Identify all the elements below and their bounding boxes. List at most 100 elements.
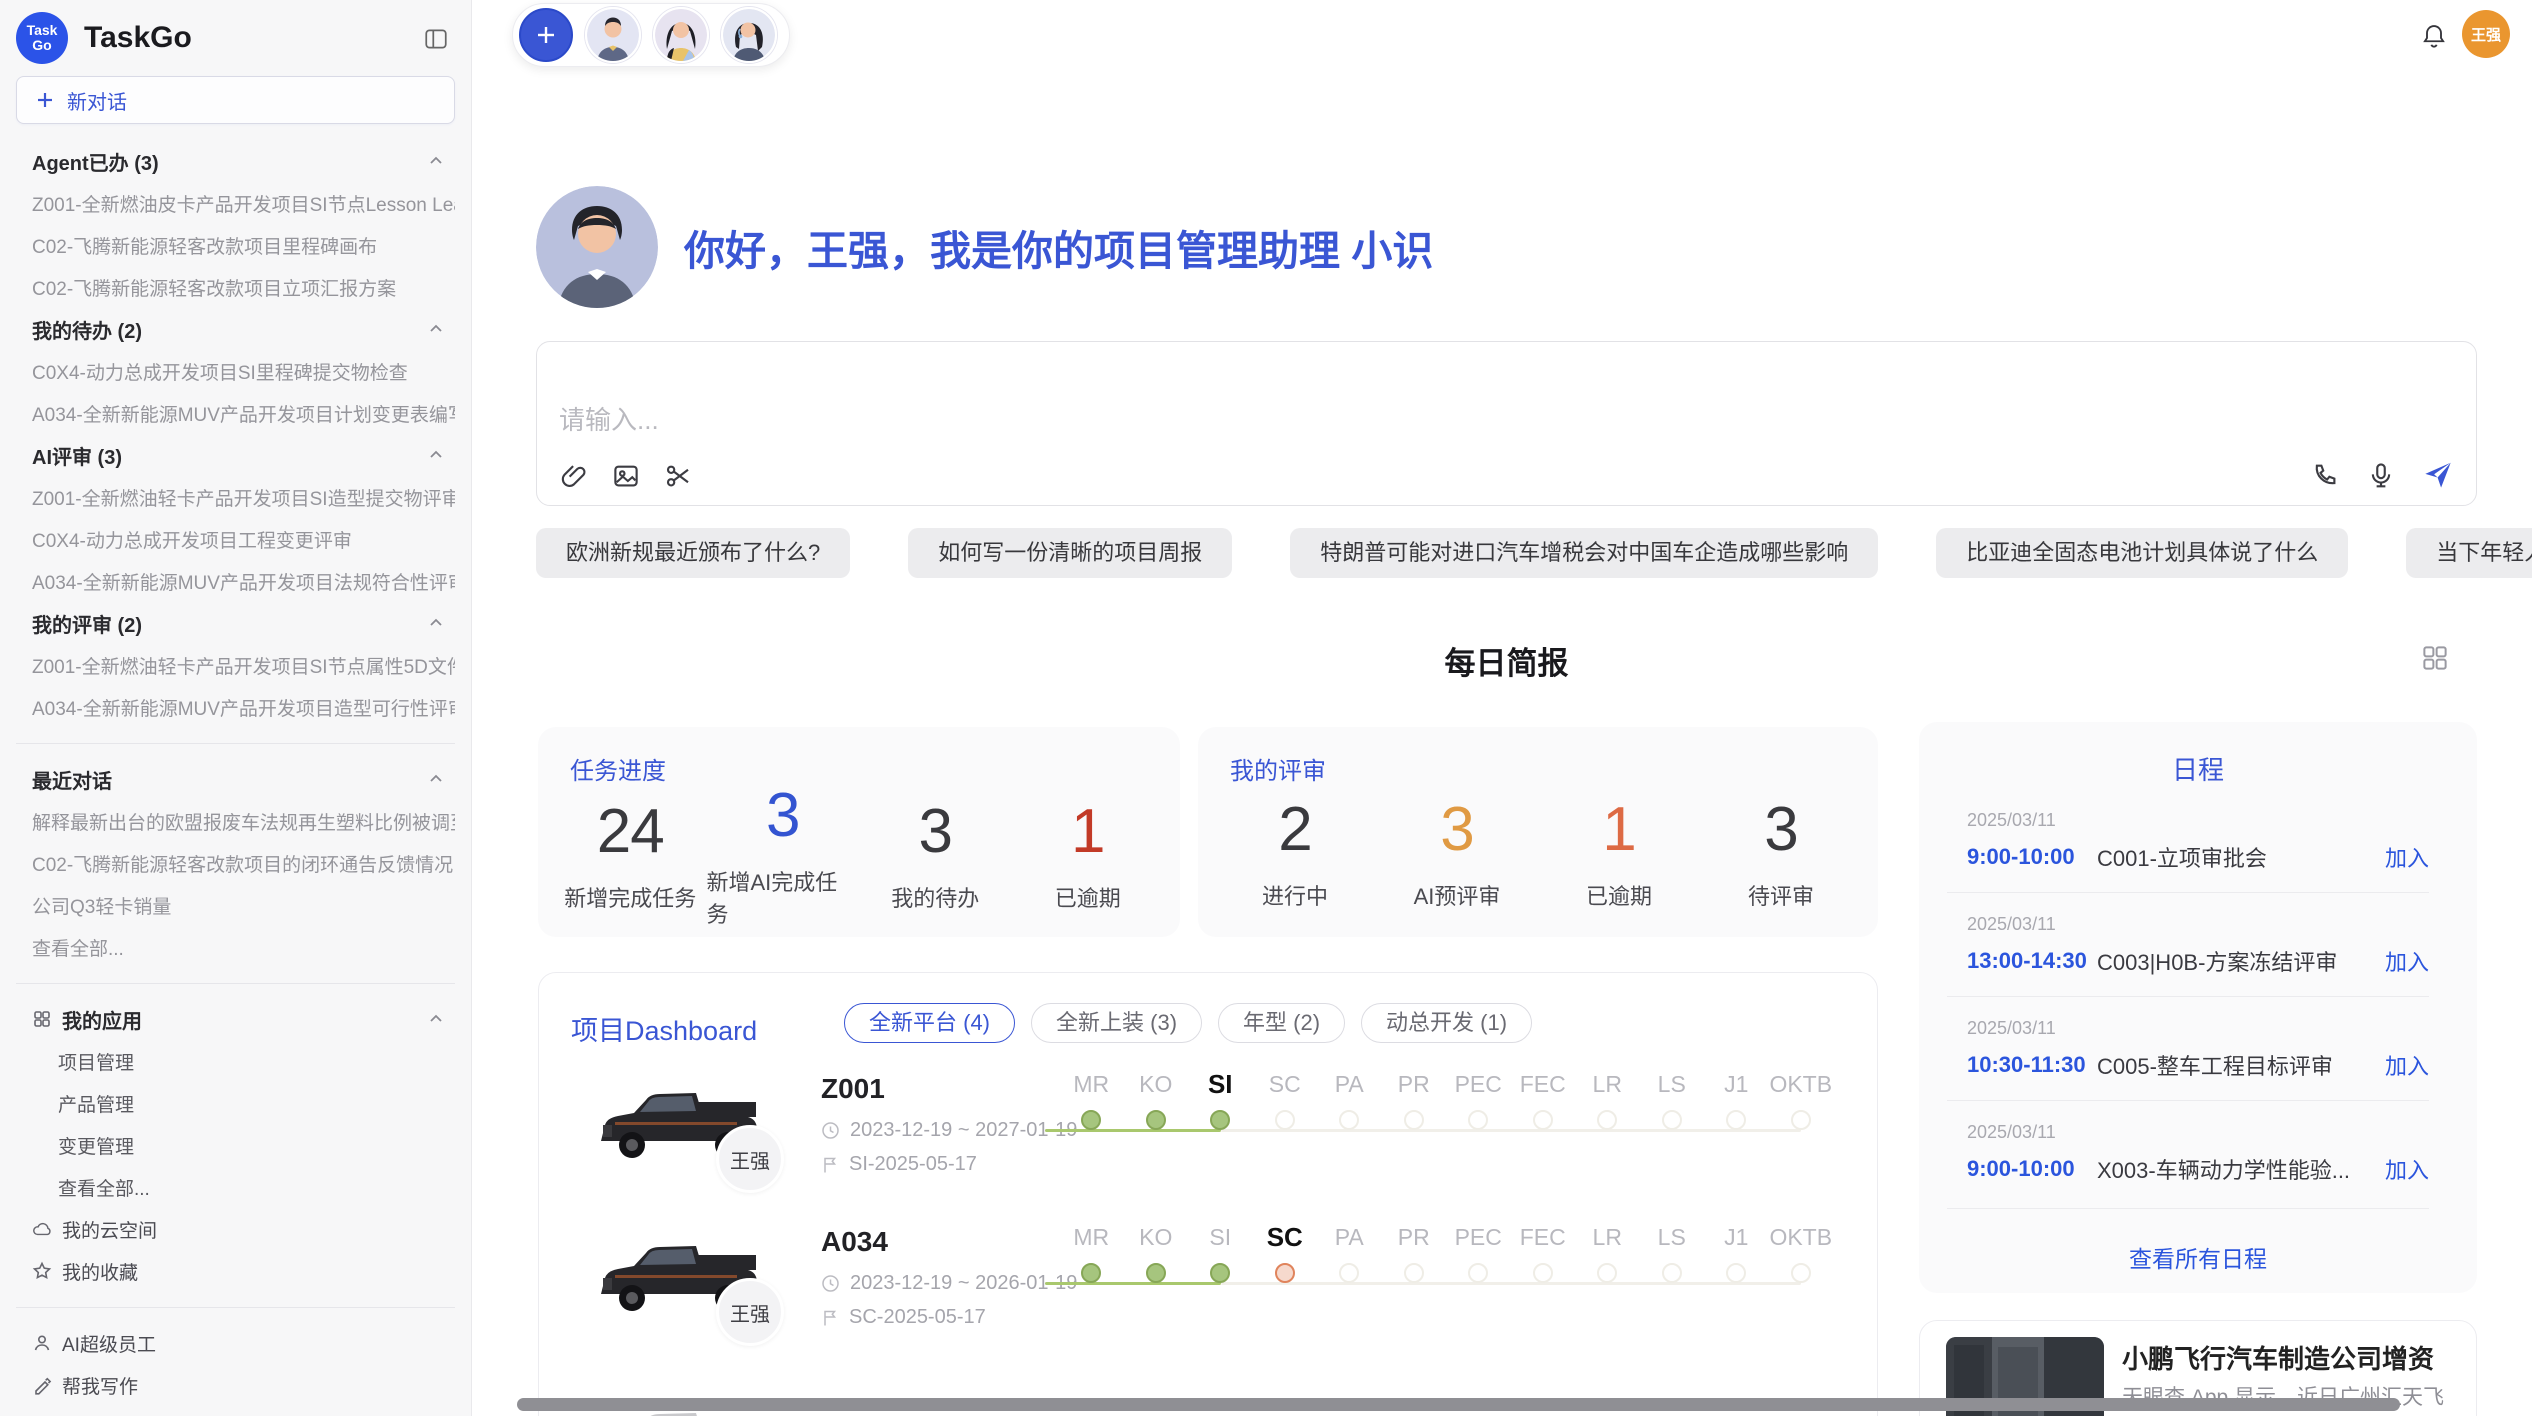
section-recent-chats[interactable]: 最近对话 [16, 758, 455, 800]
attachment-icon[interactable] [559, 461, 589, 491]
layout-grid-icon[interactable] [2420, 643, 2450, 673]
list-item[interactable]: 解释最新出台的欧盟报废车法规再生塑料比例被调至15%... [16, 800, 455, 842]
add-agent-button[interactable] [519, 8, 573, 62]
milestone-label: J1 [1704, 1067, 1769, 1101]
milestone-dot [1275, 1263, 1295, 1283]
join-link[interactable]: 加入 [2385, 945, 2429, 977]
section-agent-done[interactable]: Agent已办 (3) [16, 140, 455, 182]
app-item-product-mgmt[interactable]: 产品管理 [16, 1082, 455, 1124]
list-item[interactable]: A034-全新新能源MUV产品开发项目造型可行性评审 [16, 686, 455, 728]
prompt-chip[interactable]: 特朗普可能对进口汽车增税会对中国车企造成哪些影响 [1290, 528, 1878, 578]
stat-value: 1 [1602, 799, 1635, 861]
chevron-up-icon[interactable] [427, 152, 445, 170]
user-initials: 王强 [2471, 24, 2501, 45]
pen-icon [32, 1375, 52, 1395]
section-my-review[interactable]: 我的评审 (2) [16, 602, 455, 644]
schedule-card: 日程 2025/03/11 9:00-10:00 C001-立项审批会 加入 2… [1919, 722, 2477, 1293]
list-item[interactable]: C02-飞腾新能源轻客改款项目里程碑画布 [16, 224, 455, 266]
chevron-up-icon[interactable] [427, 1010, 445, 1028]
milestone-label: PR [1382, 1067, 1447, 1101]
image-icon[interactable] [611, 461, 641, 491]
prompt-chip[interactable]: 欧洲新规最近颁布了什么? [536, 528, 850, 578]
filter-chip[interactable]: 动总开发 (1) [1361, 1003, 1532, 1043]
stat-value: 24 [597, 801, 664, 863]
stat-value: 3 [1440, 799, 1473, 861]
prompt-chip[interactable]: 如何写一份清晰的项目周报 [908, 528, 1232, 578]
filter-chip[interactable]: 全新平台 (4) [844, 1003, 1015, 1043]
event-name: X003-车辆动力学性能验... [2097, 1153, 2350, 1185]
stat-label: 待评审 [1748, 879, 1814, 911]
chevron-up-icon[interactable] [427, 614, 445, 632]
event-date: 2025/03/11 [1967, 810, 2429, 831]
milestone-label: LS [1640, 1067, 1705, 1101]
user-avatar[interactable]: 王强 [2462, 10, 2510, 58]
recent-view-all[interactable]: 查看全部... [16, 926, 455, 968]
section-my-apps[interactable]: 我的应用 [16, 998, 455, 1040]
join-link[interactable]: 加入 [2385, 1153, 2429, 1185]
milestone-label: LS [1640, 1220, 1705, 1254]
list-item[interactable]: C0X4-动力总成开发项目工程变更评审 [16, 518, 455, 560]
list-item[interactable]: Z001-全新燃油皮卡产品开发项目SI节点Lesson Learn报告 [16, 182, 455, 224]
section-title: AI评审 (3) [32, 441, 122, 470]
prompt-chip[interactable]: 当下年轻人对汽车外观有怎样的喜好趋势 [2406, 528, 2532, 578]
app-item-change-mgmt[interactable]: 变更管理 [16, 1124, 455, 1166]
milestone-dot [1146, 1110, 1166, 1130]
sidebar-item-favorites[interactable]: 我的收藏 [16, 1250, 455, 1292]
join-link[interactable]: 加入 [2385, 1049, 2429, 1081]
avatar[interactable] [653, 7, 709, 63]
app-logo: Task Go [16, 12, 68, 64]
item-label: 我的云空间 [62, 1216, 157, 1243]
sidebar-item-ai-employee[interactable]: AI超级员工 [16, 1322, 455, 1364]
milestone-dot [1339, 1110, 1359, 1130]
section-ai-review[interactable]: AI评审 (3) [16, 434, 455, 476]
avatar[interactable] [585, 7, 641, 63]
avatar[interactable] [721, 7, 777, 63]
list-item[interactable]: C02-飞腾新能源轻客改款项目立项汇报方案 [16, 266, 455, 308]
stat-value: 2 [1278, 799, 1311, 861]
horizontal-scrollbar[interactable] [517, 1398, 2400, 1411]
chevron-up-icon[interactable] [427, 446, 445, 464]
sidebar-item-cloud-space[interactable]: 我的云空间 [16, 1208, 455, 1250]
milestone-dot [1210, 1110, 1230, 1130]
milestone-label: PA [1317, 1067, 1382, 1101]
scissors-icon[interactable] [663, 461, 693, 491]
phone-icon[interactable] [2310, 460, 2340, 490]
prompt-chip[interactable]: 比亚迪全固态电池计划具体说了什么 [1936, 528, 2348, 578]
sidebar-collapse-icon[interactable] [423, 26, 449, 52]
list-item[interactable]: C02-飞腾新能源轻客改款项目的闭环通告反馈情况 [16, 842, 455, 884]
list-item[interactable]: 公司Q3轻卡销量 [16, 884, 455, 926]
section-my-todo[interactable]: 我的待办 (2) [16, 308, 455, 350]
chevron-up-icon[interactable] [427, 320, 445, 338]
filter-chip[interactable]: 全新上装 (3) [1031, 1003, 1202, 1043]
chat-input[interactable] [559, 400, 1759, 456]
notification-bell-icon[interactable] [2420, 22, 2448, 50]
milestone-label: LR [1575, 1220, 1640, 1254]
list-item[interactable]: A034-全新新能源MUV产品开发项目法规符合性评审 [16, 560, 455, 602]
mic-icon[interactable] [2366, 460, 2396, 490]
list-item[interactable]: C0X4-动力总成开发项目SI里程碑提交物检查 [16, 350, 455, 392]
sidebar-item-write-helper[interactable]: 帮我写作 [16, 1364, 455, 1406]
milestone-label: SI [1188, 1067, 1253, 1101]
section-title: Agent已办 (3) [32, 147, 159, 176]
view-all-schedule-link[interactable]: 查看所有日程 [1919, 1240, 2477, 1274]
list-item[interactable]: A034-全新新能源MUV产品开发项目计划变更表编写 [16, 392, 455, 434]
milestone-label: KO [1124, 1067, 1189, 1101]
item-label: 我的收藏 [62, 1258, 138, 1285]
flag-label: SC-2025-05-17 [849, 1306, 986, 1329]
app-item-project-mgmt[interactable]: 项目管理 [16, 1040, 455, 1082]
divider [16, 1292, 455, 1322]
apps-view-all[interactable]: 查看全部... [16, 1166, 455, 1208]
list-item[interactable]: Z001-全新燃油轻卡产品开发项目SI造型提交物评审 [16, 476, 455, 518]
chevron-up-icon[interactable] [427, 770, 445, 788]
milestone-label: SI [1188, 1220, 1253, 1254]
sidebar: Task Go TaskGo 新对话 Agent已办 (3) Z001-全新燃油… [0, 0, 472, 1416]
send-icon[interactable] [2422, 459, 2454, 491]
list-item[interactable]: Z001-全新燃油轻卡产品开发项目SI节点属性5D文件评审 [16, 644, 455, 686]
join-link[interactable]: 加入 [2385, 841, 2429, 873]
divider [1947, 892, 2429, 893]
filter-chip[interactable]: 年型 (2) [1218, 1003, 1345, 1043]
new-chat-button[interactable]: 新对话 [16, 76, 455, 124]
stat-ai-prereview: 3AI预评审 [1376, 785, 1538, 925]
date-range: 2023-12-19 ~ 2027-01-19 [850, 1119, 1077, 1142]
sidebar-item-creative-drawing[interactable]: 创意制图 [16, 1406, 455, 1416]
